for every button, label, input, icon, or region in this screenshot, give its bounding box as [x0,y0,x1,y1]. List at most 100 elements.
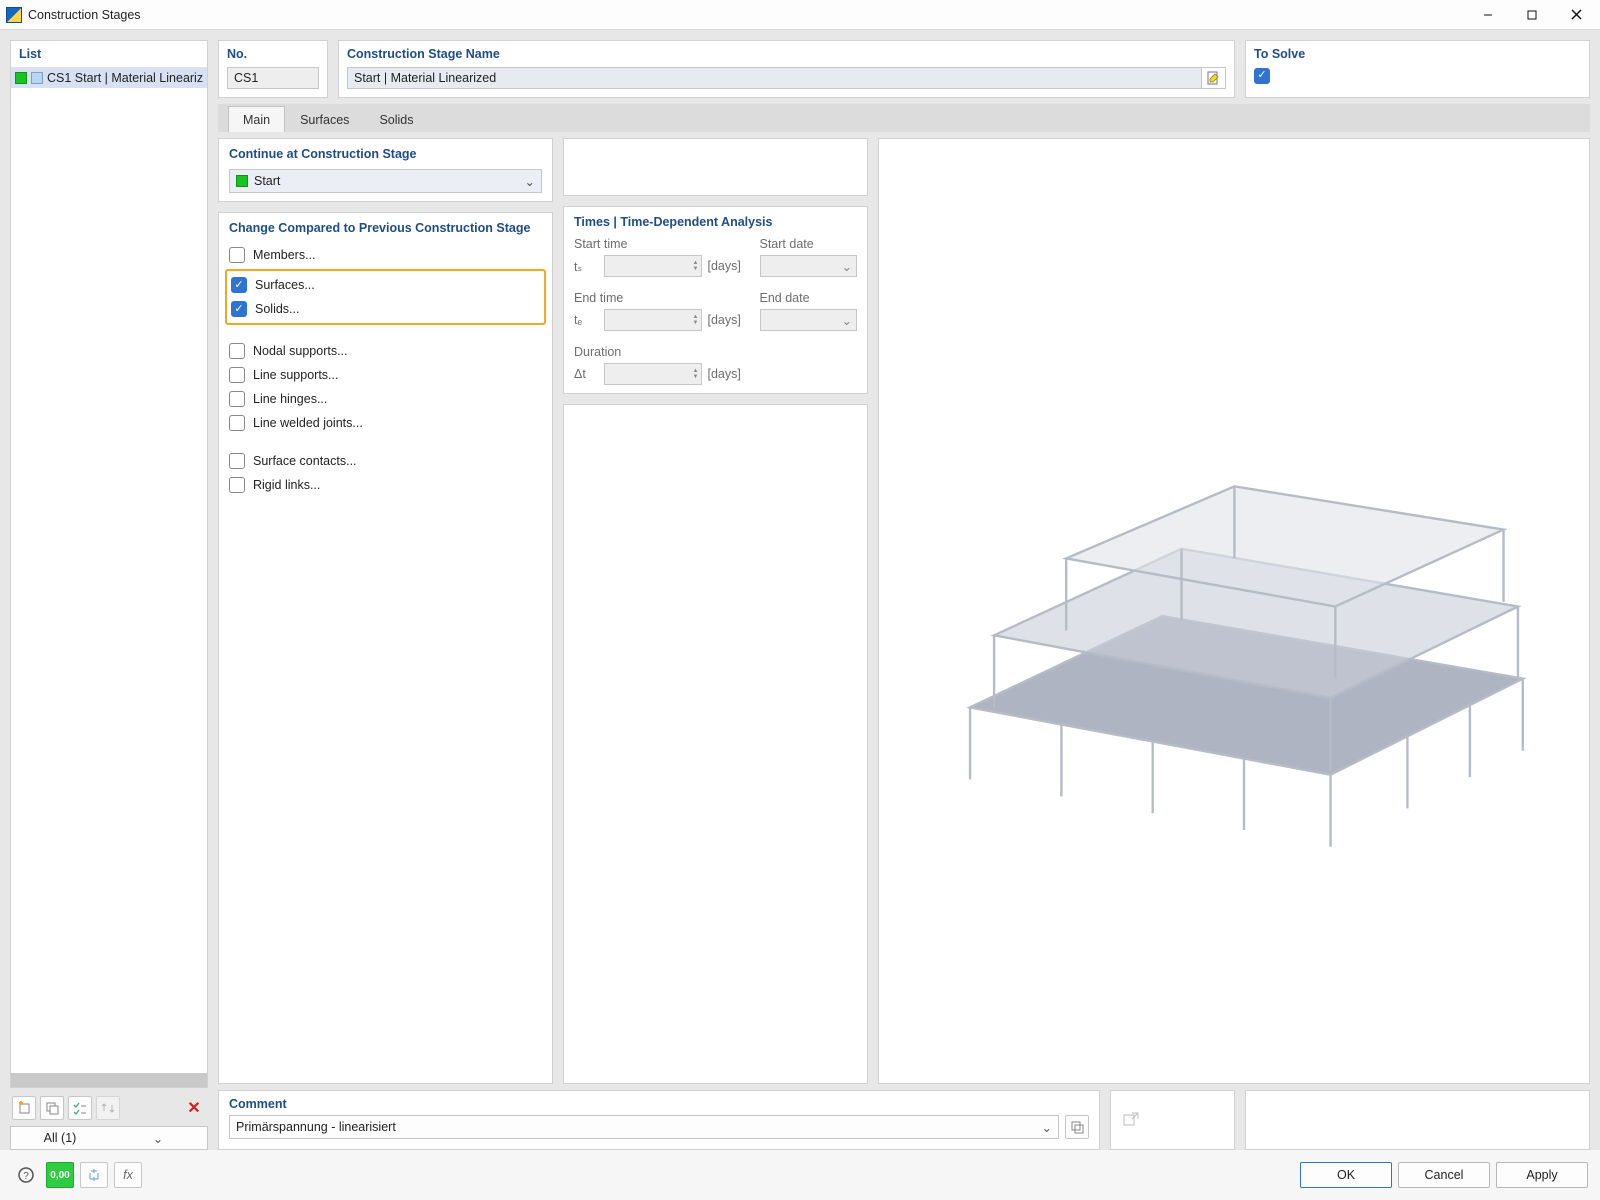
change-surfaces-checkbox[interactable] [231,277,247,293]
delete-stage-button[interactable]: ✕ [182,1096,206,1120]
tab-surfaces[interactable]: Surfaces [285,106,364,132]
duration-label: Duration [574,345,754,359]
stage-list-hscroll[interactable] [11,1073,207,1087]
name-field[interactable]: Start | Material Linearized [347,67,1202,89]
change-nodal-supports-checkbox[interactable] [229,343,245,359]
rename-button[interactable] [1202,67,1226,89]
continue-heading: Continue at Construction Stage [229,147,542,161]
change-members-checkbox[interactable] [229,247,245,263]
cancel-button[interactable]: Cancel [1398,1162,1490,1188]
comment-value: Primärspannung - linearisiert [236,1120,396,1134]
export-card [1110,1090,1235,1150]
duration-input[interactable]: ▲▼ [604,363,702,385]
continue-value: Start [254,174,280,188]
checklist-button[interactable] [68,1096,92,1120]
end-date-input[interactable] [760,309,858,331]
tab-solids[interactable]: Solids [364,106,428,132]
stage-list-panel: List CS1 Start | Material Lineariz [10,40,208,1088]
change-line-welded-checkbox[interactable] [229,415,245,431]
continue-dropdown[interactable]: Start [229,169,542,193]
ok-button[interactable]: OK [1300,1162,1392,1188]
stage-color-swatch [15,72,27,84]
change-surfaces-row[interactable]: Surfaces... [231,273,540,297]
highlighted-group: Surfaces... Solids... [225,269,546,325]
continue-card: Continue at Construction Stage Start [218,138,553,202]
times-card: Times | Time-Dependent Analysis Start ti… [563,206,868,394]
help-button[interactable]: ? [12,1162,40,1188]
parameters-button[interactable] [80,1162,108,1188]
tabs: Main Surfaces Solids [218,104,1590,132]
no-field: CS1 [227,67,319,89]
stage-list-item[interactable]: CS1 Start | Material Lineariz [11,68,207,88]
change-nodal-supports-row[interactable]: Nodal supports... [229,339,542,363]
chevron-down-icon [842,259,852,274]
change-solids-checkbox[interactable] [231,301,247,317]
solve-heading: To Solve [1254,47,1581,61]
chevron-down-icon [109,1131,207,1146]
copy-stage-button[interactable] [40,1096,64,1120]
blank-card [563,138,868,196]
stage-filter-dropdown[interactable]: All (1) [10,1126,208,1150]
comment-library-button[interactable] [1065,1115,1089,1139]
stage-color-swatch-2 [31,72,43,84]
dialog-footer: ? 0,00 fx OK Cancel Apply [0,1150,1600,1200]
minimize-button[interactable] [1466,1,1510,29]
change-members-row[interactable]: Members... [229,243,542,267]
name-panel: Construction Stage Name Start | Material… [338,40,1235,98]
no-panel: No. CS1 [218,40,328,98]
change-solids-row[interactable]: Solids... [231,297,540,321]
ts-symbol: tₛ [574,259,598,274]
new-stage-button[interactable] [12,1096,36,1120]
preview-footer-card [1245,1090,1590,1150]
change-surface-contacts-row[interactable]: Surface contacts... [229,449,542,473]
solve-checkbox[interactable] [1254,68,1270,84]
change-line-supports-checkbox[interactable] [229,367,245,383]
stage-filter-label: All (1) [11,1131,109,1145]
start-time-input[interactable]: ▲▼ [604,255,702,277]
times-heading: Times | Time-Dependent Analysis [574,215,857,229]
dt-symbol: Δt [574,367,598,381]
formula-button[interactable]: fx [114,1162,142,1188]
blank-card-2 [563,404,868,1084]
chevron-down-icon [1042,1120,1052,1135]
change-line-hinges-row[interactable]: Line hinges... [229,387,542,411]
days-unit: [days] [708,313,754,327]
stage-list-toolbar: ✕ [10,1094,208,1120]
no-heading: No. [227,47,319,61]
export-button[interactable] [1119,1108,1143,1132]
change-line-hinges-checkbox[interactable] [229,391,245,407]
start-time-label: Start time [574,237,754,251]
building-icon [922,371,1547,852]
stage-color-swatch [236,175,248,187]
change-members-label: Members... [253,248,316,262]
stage-list-item-label: CS1 Start | Material Lineariz [47,71,203,85]
comment-dropdown[interactable]: Primärspannung - linearisiert [229,1115,1059,1139]
chevron-down-icon [842,313,852,328]
change-solids-label: Solids... [255,302,299,316]
change-rigid-links-checkbox[interactable] [229,477,245,493]
stage-list[interactable]: CS1 Start | Material Lineariz [11,68,207,1073]
tab-main[interactable]: Main [228,106,285,132]
end-time-label: End time [574,291,754,305]
apply-button[interactable]: Apply [1496,1162,1588,1188]
comment-heading: Comment [229,1097,1089,1111]
te-symbol: tₑ [574,313,598,327]
titlebar: Construction Stages [0,0,1600,30]
reorder-button[interactable] [96,1096,120,1120]
end-time-input[interactable]: ▲▼ [604,309,702,331]
units-button[interactable]: 0,00 [46,1162,74,1188]
model-preview[interactable] [878,138,1590,1084]
stage-list-heading: List [11,41,207,68]
change-line-welded-row[interactable]: Line welded joints... [229,411,542,435]
days-unit: [days] [708,367,754,381]
close-button[interactable] [1554,1,1598,29]
change-line-supports-row[interactable]: Line supports... [229,363,542,387]
solve-panel: To Solve [1245,40,1590,98]
svg-text:?: ? [23,1171,29,1182]
days-unit: [days] [708,259,754,273]
change-surface-contacts-checkbox[interactable] [229,453,245,469]
maximize-button[interactable] [1510,1,1554,29]
change-rigid-links-row[interactable]: Rigid links... [229,473,542,497]
comment-card: Comment Primärspannung - linearisiert [218,1090,1100,1150]
start-date-input[interactable] [760,255,858,277]
